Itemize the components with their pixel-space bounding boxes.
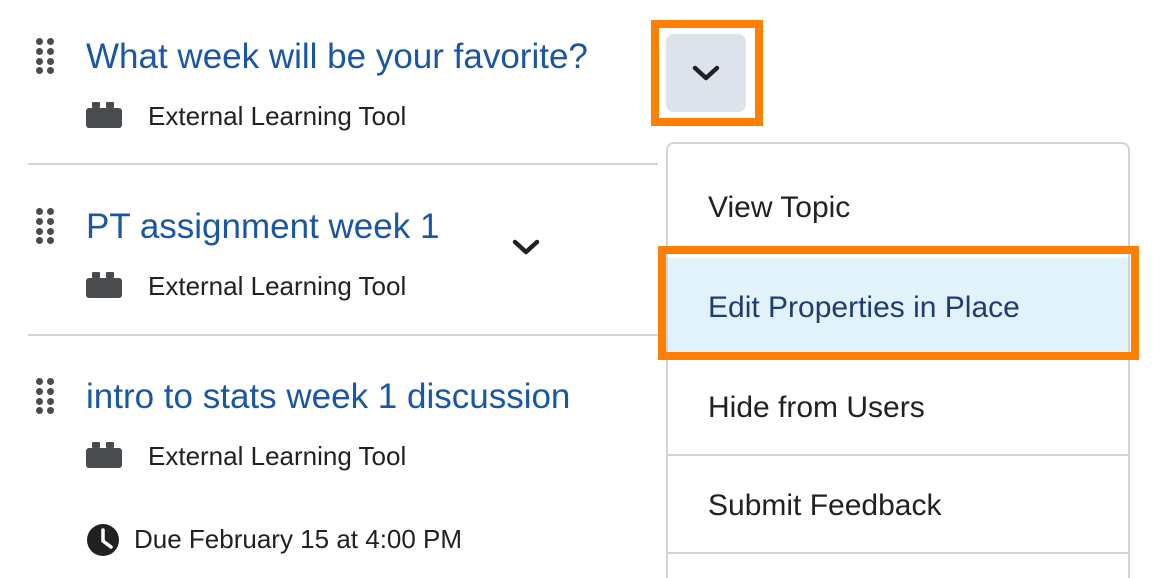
drag-handle-icon[interactable] (36, 378, 58, 414)
topic-title-link[interactable]: What week will be your favorite? (86, 35, 588, 79)
content-page: What week will be your favorite? Externa… (0, 0, 1160, 578)
menu-item-view-topic[interactable]: View Topic (668, 158, 1128, 258)
lego-block-icon (86, 102, 122, 128)
lego-block-icon (86, 442, 122, 468)
topic-type-label: External Learning Tool (148, 101, 407, 131)
topic-title-link[interactable]: intro to stats week 1 discussion (86, 375, 570, 419)
topic-type-label: External Learning Tool (148, 441, 407, 471)
menu-divider (668, 552, 1128, 554)
lego-block-icon (86, 272, 122, 298)
menu-item-hide-from-users[interactable]: Hide from Users (668, 358, 1128, 458)
topic-context-menu: View Topic Edit Properties in Place Hide… (666, 142, 1130, 578)
topic-type-label: External Learning Tool (148, 271, 407, 301)
chevron-down-icon (512, 239, 540, 255)
topic-actions-button[interactable] (486, 208, 566, 286)
drag-handle-icon[interactable] (36, 208, 58, 244)
drag-handle-icon[interactable] (36, 38, 58, 74)
due-date-text: Due February 15 at 4:00 PM (134, 524, 463, 554)
divider (28, 334, 658, 336)
topic-actions-button[interactable] (666, 34, 746, 112)
clock-icon (87, 524, 119, 556)
chevron-down-icon (692, 65, 720, 81)
divider (28, 163, 658, 165)
topic-title-link[interactable]: PT assignment week 1 (86, 205, 439, 249)
menu-item-submit-feedback[interactable]: Submit Feedback (668, 456, 1128, 556)
menu-item-edit-properties-in-place[interactable]: Edit Properties in Place (668, 258, 1128, 358)
